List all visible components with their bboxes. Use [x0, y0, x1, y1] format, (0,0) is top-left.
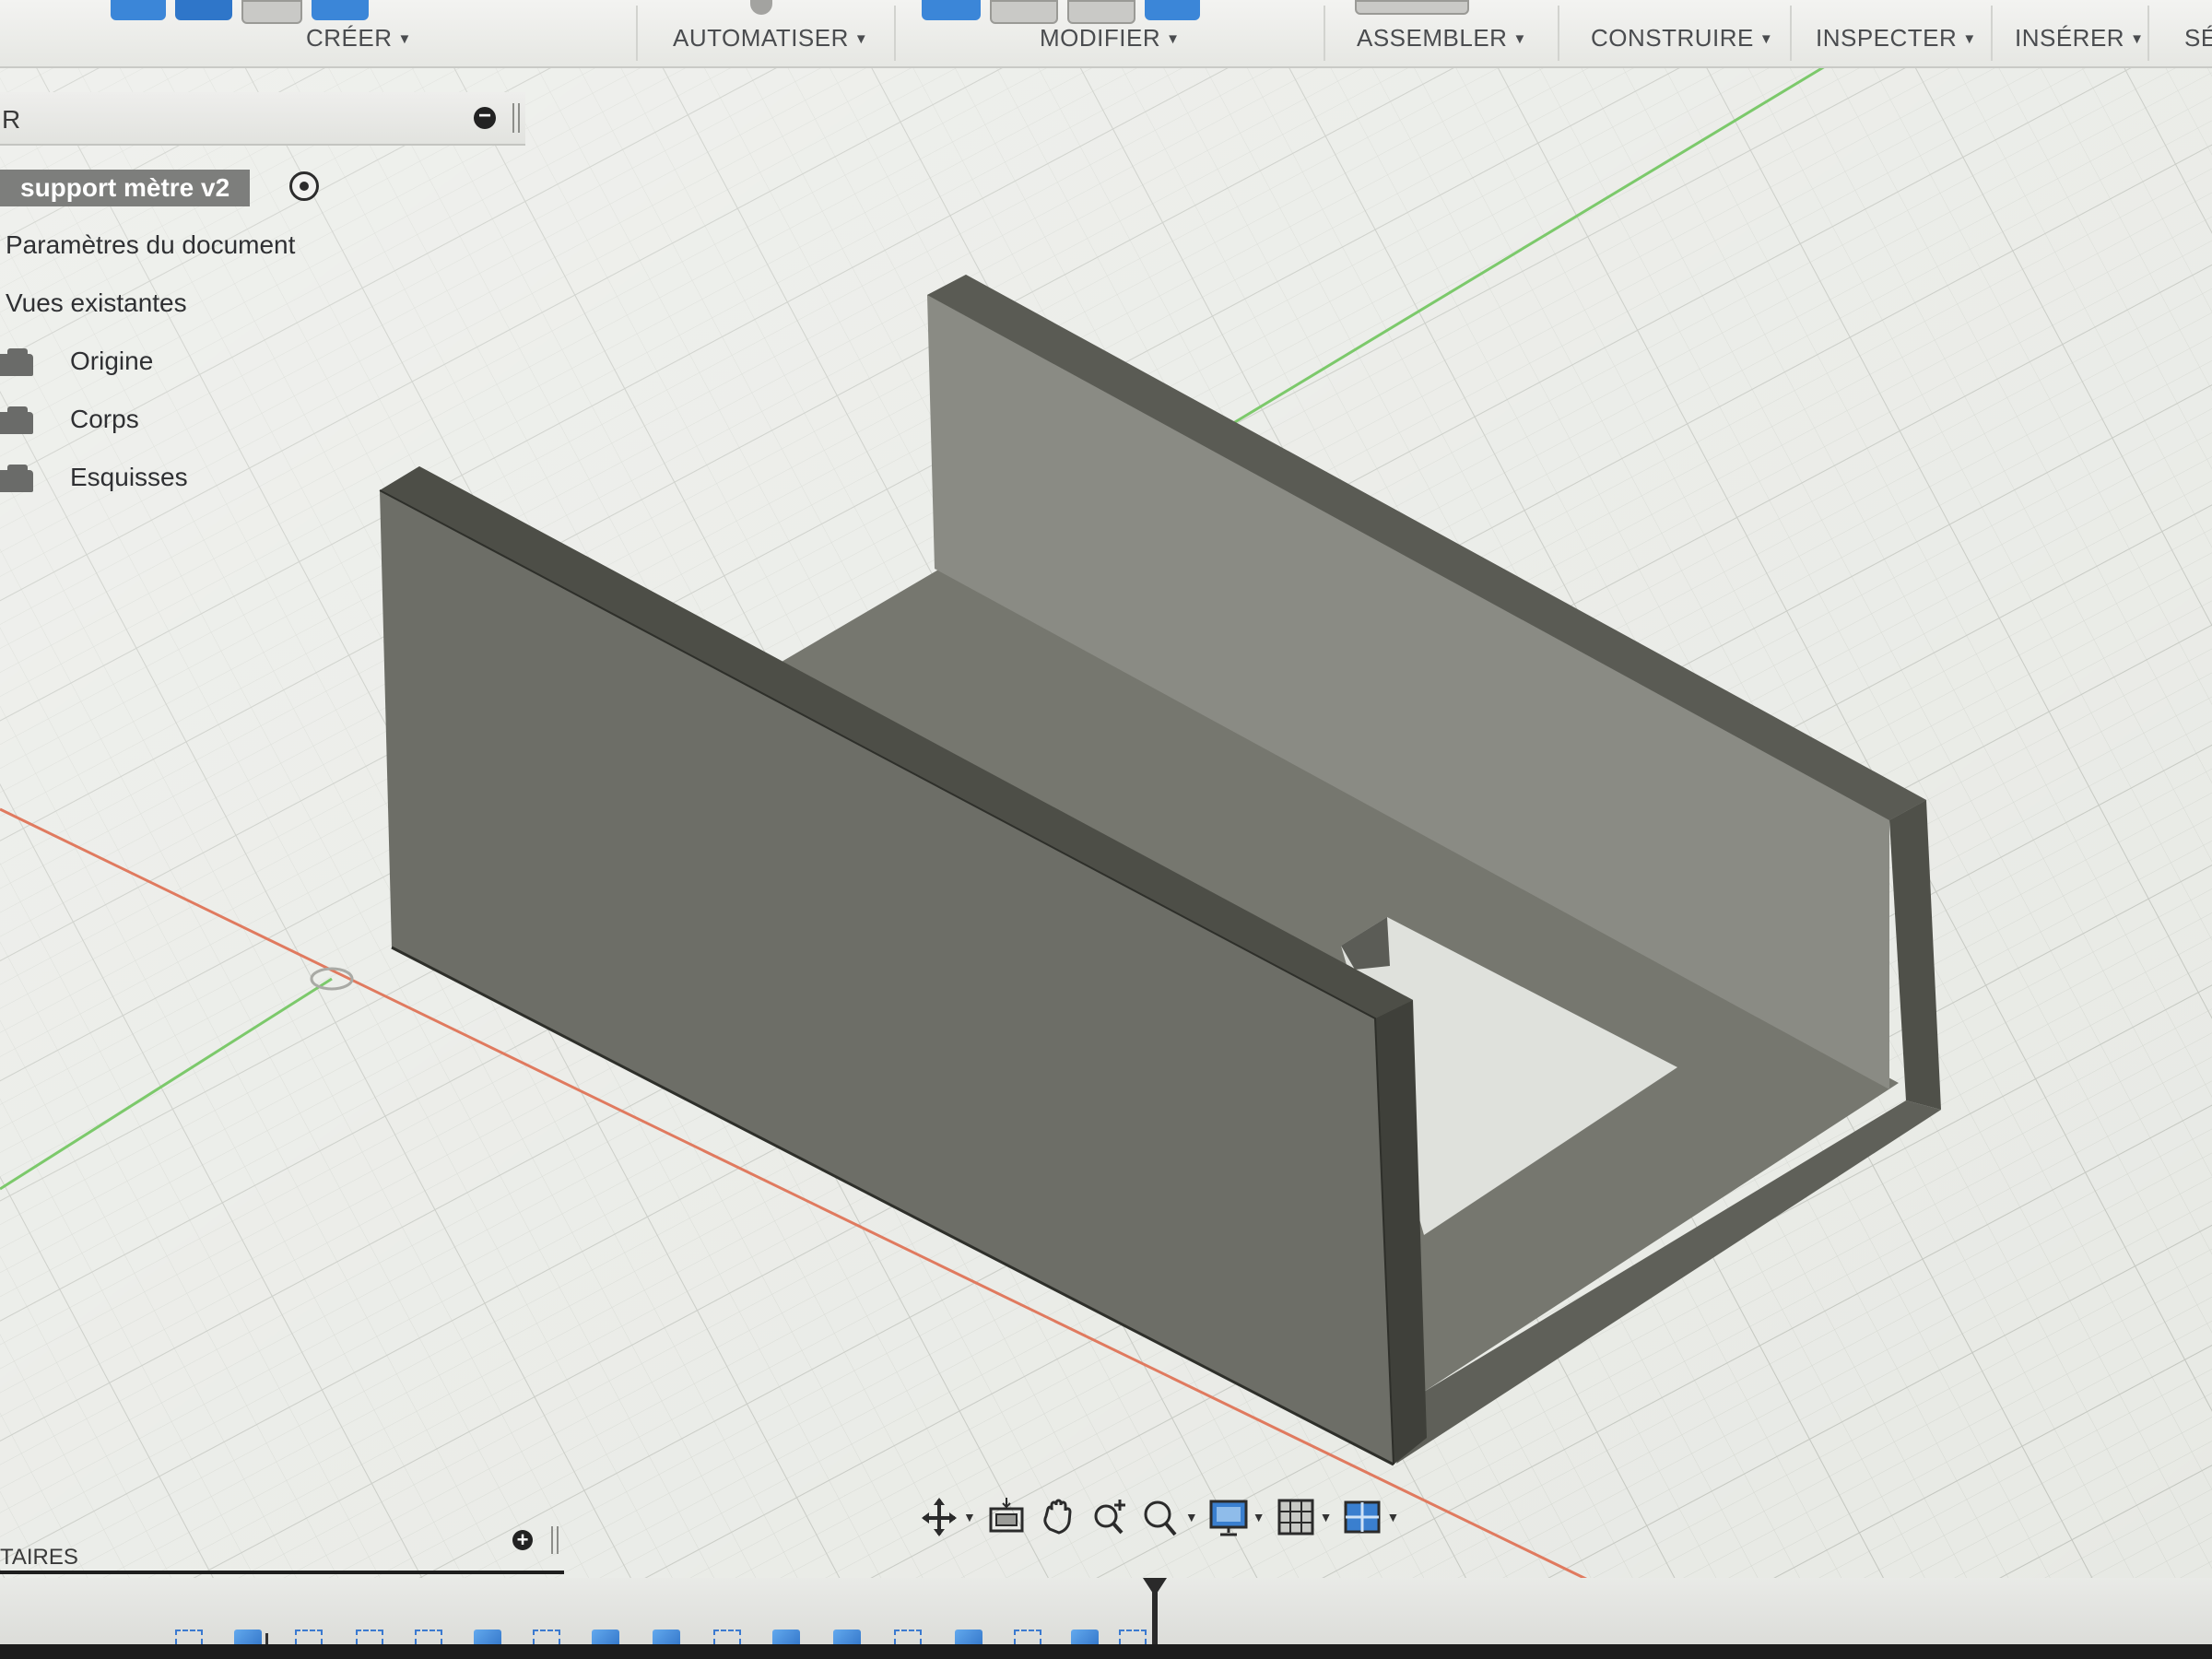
panel-grip-icon[interactable]: [551, 1526, 559, 1554]
menu-assemble-label: ASSEMBLER: [1357, 24, 1508, 52]
browser-item-sketches[interactable]: Esquisses: [0, 463, 276, 500]
chevron-down-icon: ▼: [2130, 31, 2145, 47]
collapse-browser-icon[interactable]: −: [474, 105, 496, 129]
display-settings-button[interactable]: ▼: [1207, 1496, 1265, 1538]
chamfer-icon[interactable]: [1067, 0, 1135, 24]
menu-assemble[interactable]: ASSEMBLER ▼: [1357, 24, 1527, 53]
panel-grip-icon[interactable]: [512, 103, 520, 133]
fillet-icon[interactable]: [990, 0, 1058, 24]
extrude-icon[interactable]: [175, 0, 232, 20]
chevron-down-icon: ▼: [397, 31, 412, 47]
menu-automate-label: AUTOMATISER: [673, 24, 849, 52]
chevron-down-icon: ▼: [1512, 31, 1527, 47]
revolve-icon[interactable]: [241, 0, 302, 24]
chevron-down-icon[interactable]: ▼: [1320, 1510, 1333, 1524]
comments-panel: TAIRES +: [0, 1526, 564, 1574]
browser-header-label: R: [2, 105, 21, 134]
viewports-icon: [1344, 1500, 1381, 1534]
look-at-icon: [989, 1498, 1024, 1533]
menu-inspect[interactable]: INSPECTER ▼: [1816, 24, 1977, 53]
zoom-window-icon: [1144, 1500, 1177, 1536]
folder-icon: [0, 406, 33, 434]
menu-construct-label: CONSTRUIRE: [1591, 24, 1754, 52]
comments-label: TAIRES: [0, 1545, 78, 1570]
chevron-down-icon: ▼: [853, 31, 869, 47]
browser-header: R −: [0, 92, 525, 146]
timeline-controls-bar: [0, 1644, 2212, 1659]
browser-item-bodies[interactable]: Corps: [0, 405, 276, 441]
chevron-down-icon[interactable]: ▼: [1185, 1510, 1198, 1524]
add-comment-icon[interactable]: +: [512, 1530, 533, 1550]
menu-insert[interactable]: INSÉRER ▼: [2015, 24, 2144, 53]
menu-automate[interactable]: AUTOMATISER ▼: [673, 24, 868, 53]
toolbar-separator: [2147, 6, 2149, 61]
toolbar-separator: [636, 6, 638, 61]
shell-icon[interactable]: [1145, 0, 1200, 20]
3d-viewport[interactable]: [0, 0, 2212, 1659]
menu-construct[interactable]: CONSTRUIRE ▼: [1591, 24, 1773, 53]
browser-document-title[interactable]: support mètre v2: [0, 170, 251, 206]
browser-item-document-settings[interactable]: Paramètres du document: [6, 230, 295, 260]
folder-icon: [0, 465, 33, 492]
menu-modify-label: MODIFIER: [1040, 24, 1161, 52]
menu-modify[interactable]: MODIFIER ▼: [1040, 24, 1180, 53]
chevron-down-icon: ▼: [1166, 31, 1181, 47]
modify-icons: [922, 0, 1200, 24]
display-settings-icon: [1209, 1500, 1248, 1536]
pan-icon: [1043, 1499, 1072, 1535]
automate-icon[interactable]: [750, 0, 772, 15]
zoom-window-button[interactable]: ▼: [1140, 1496, 1198, 1538]
menu-select-label: SÉ: [2184, 24, 2212, 52]
hole-icon[interactable]: [312, 0, 369, 20]
menu-create-label: CRÉER: [306, 24, 393, 52]
menu-create[interactable]: CRÉER ▼: [306, 24, 412, 53]
toolbar-separator: [1991, 6, 1993, 61]
browser-item-named-views[interactable]: Vues existantes: [6, 288, 187, 318]
new-component-icon[interactable]: [111, 0, 166, 20]
orbit-button[interactable]: ▼: [918, 1496, 976, 1538]
orbit-icon: [922, 1498, 957, 1536]
folder-icon: [0, 348, 33, 376]
grid-settings-icon: [1277, 1499, 1314, 1535]
toolbar-separator: [1558, 6, 1559, 61]
look-at-button[interactable]: [985, 1496, 1028, 1538]
joint-icon[interactable]: [1355, 0, 1469, 15]
grid-settings-button[interactable]: ▼: [1275, 1496, 1333, 1538]
toolbar: CRÉER ▼ AUTOMATISER ▼ MODIFIER ▼ ASSEMBLER ▼…: [0, 0, 2212, 68]
toolbar-separator: [1790, 6, 1792, 61]
chevron-down-icon: ▼: [1962, 31, 1977, 47]
browser-item-label: Paramètres du document: [6, 230, 296, 259]
press-pull-icon[interactable]: [922, 0, 981, 20]
chevron-down-icon[interactable]: ▼: [963, 1510, 976, 1524]
browser-item-origin[interactable]: Origine: [0, 347, 276, 383]
zoom-button[interactable]: [1088, 1496, 1131, 1538]
browser-item-label: Vues existantes: [6, 288, 187, 317]
activate-radio-icon[interactable]: [289, 171, 319, 201]
zoom-icon: [1094, 1500, 1125, 1535]
browser-item-label: Origine: [70, 347, 154, 375]
navigation-bar: ▼ ▼ ▼ ▼ ▼: [918, 1489, 1399, 1545]
toolbar-separator: [894, 6, 896, 61]
viewports-button[interactable]: ▼: [1341, 1496, 1399, 1538]
browser-item-label: Esquisses: [70, 463, 188, 491]
toolbar-separator: [1324, 6, 1325, 61]
create-icons: [111, 0, 369, 24]
menu-inspect-label: INSPECTER: [1816, 24, 1958, 52]
menu-insert-label: INSÉRER: [2015, 24, 2125, 52]
chevron-down-icon: ▼: [1759, 31, 1774, 47]
menu-select[interactable]: SÉ: [2184, 24, 2212, 53]
chevron-down-icon[interactable]: ▼: [1253, 1510, 1265, 1524]
pan-button[interactable]: [1037, 1496, 1079, 1538]
browser-item-label: Corps: [70, 405, 139, 433]
chevron-down-icon[interactable]: ▼: [1386, 1510, 1399, 1524]
